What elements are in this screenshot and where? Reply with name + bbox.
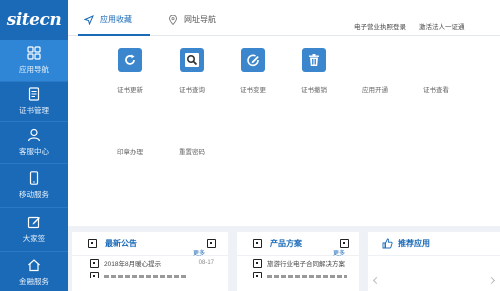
sidebar-item-mobile[interactable]: 移动服务 xyxy=(0,164,68,208)
app-label: 证书更新 xyxy=(117,87,143,94)
products-header: 产品方案 更多 xyxy=(237,232,359,257)
send-icon xyxy=(84,14,94,25)
recommend-header: 推荐应用 xyxy=(368,232,500,256)
products-card: 产品方案 更多 旅游行业电子合同解决方案 xyxy=(237,232,359,291)
app-cert-revoke[interactable]: 证书撤销 xyxy=(286,48,342,94)
tab-url-nav[interactable]: 网址导航 xyxy=(168,14,216,25)
app-reset-password[interactable]: 重置密码 xyxy=(164,110,220,156)
sidebar-item-label: 证书管理 xyxy=(19,106,49,115)
app-cert-query[interactable]: 证书查询 xyxy=(164,48,220,94)
sidebar-item-label: 大家签 xyxy=(22,234,46,243)
sidebar-item-label: 金融服务 xyxy=(19,276,49,286)
app-label: 印章办理 xyxy=(117,149,143,156)
refresh-icon xyxy=(118,48,142,72)
list-item-partial xyxy=(72,270,228,278)
top-bar: 应用收藏 网址导航 电子营业执照登录 激活法人一证通 xyxy=(68,0,500,36)
seal-icon-placeholder xyxy=(118,110,142,134)
cert-view-icon-placeholder xyxy=(424,48,448,72)
logo-text: sitecn xyxy=(6,10,62,30)
logo[interactable]: sitecn xyxy=(0,0,68,40)
tab-label: 应用收藏 xyxy=(100,15,132,24)
product-corner-icon xyxy=(340,239,349,248)
list-item-partial xyxy=(237,270,359,278)
list-item-icon xyxy=(253,258,262,268)
carousel-prev-icon[interactable] xyxy=(372,276,381,285)
list-item[interactable]: 旅游行业电子合同解决方案 xyxy=(237,256,359,270)
product-icon xyxy=(253,239,262,248)
reset-password-icon-placeholder xyxy=(180,110,204,134)
app-cert-update[interactable]: 证书更新 xyxy=(102,48,158,94)
truncated-text xyxy=(104,275,188,278)
sidebar-item-finance[interactable]: 金融服务 xyxy=(0,252,68,291)
list-item-icon xyxy=(90,258,99,268)
user-icon xyxy=(27,128,41,142)
app-label: 证书撤销 xyxy=(301,87,327,94)
list-item-icon xyxy=(90,272,99,278)
sidebar-item-label: 移动服务 xyxy=(19,190,49,199)
truncated-text xyxy=(267,275,347,278)
sidebar-item-dajiaqian[interactable]: 大家签 xyxy=(0,208,68,252)
pencil-icon xyxy=(241,48,265,72)
announcement-corner-icon xyxy=(207,239,216,248)
app-label: 证书变更 xyxy=(240,87,266,94)
list-item[interactable]: 2018年8月暖心提示 08-17 xyxy=(72,256,228,270)
app-label: 应用开通 xyxy=(362,87,388,94)
home-icon xyxy=(28,258,40,271)
grid-icon xyxy=(27,46,41,60)
sidebar-item-cert-manage[interactable]: 证书管理 xyxy=(0,82,68,122)
card-title: 最新公告 xyxy=(105,239,137,248)
trash-icon xyxy=(302,48,326,72)
sidebar-item-app-nav[interactable]: 应用导航 xyxy=(0,40,68,82)
list-item-date: 08-17 xyxy=(198,260,214,266)
app-activation-icon-placeholder xyxy=(363,48,387,72)
list-item-icon xyxy=(253,272,262,278)
mobile-icon xyxy=(29,171,39,185)
location-icon xyxy=(169,14,177,25)
document-icon xyxy=(28,87,40,101)
thumbs-up-icon xyxy=(382,238,393,249)
app-cert-change[interactable]: 证书变更 xyxy=(225,48,281,94)
tab-app-favorites[interactable]: 应用收藏 xyxy=(84,14,132,25)
search-icon xyxy=(180,48,204,72)
recommend-card: 推荐应用 xyxy=(368,232,500,291)
sidebar-item-label: 客服中心 xyxy=(19,147,49,156)
list-item-text: 旅游行业电子合同解决方案 xyxy=(267,261,345,268)
card-title: 产品方案 xyxy=(270,239,302,248)
announcements-card: 最新公告 更多 2018年8月暖心提示 08-17 xyxy=(72,232,228,291)
sidebar-item-service-center[interactable]: 客服中心 xyxy=(0,122,68,164)
app-favorites-panel: 证书更新 证书查询 证书变更 证书撤销 应用开通 证书查看 印章办理 重置密码 xyxy=(68,36,500,226)
app-seal-processing[interactable]: 印章办理 xyxy=(102,110,158,156)
list-item-text: 2018年8月暖心提示 xyxy=(104,261,162,268)
activate-legal-person-link[interactable]: 激活法人一证通 xyxy=(419,21,465,31)
app-activation[interactable]: 应用开通 xyxy=(347,48,403,94)
sidebar: sitecn 应用导航 证书管理 客服中心 移动服务 大家签 金融服务 xyxy=(0,0,68,291)
announcements-header: 最新公告 更多 xyxy=(72,232,228,257)
edit-icon xyxy=(27,216,40,229)
carousel-next-icon[interactable] xyxy=(487,276,496,285)
app-label: 证书查看 xyxy=(423,87,449,94)
app-cert-view[interactable]: 证书查看 xyxy=(408,48,464,94)
tab-label: 网址导航 xyxy=(184,15,216,24)
business-license-login-link[interactable]: 电子营业执照登录 xyxy=(354,21,406,31)
card-title: 推荐应用 xyxy=(398,239,430,248)
sidebar-item-label: 应用导航 xyxy=(19,65,49,74)
announcement-icon xyxy=(88,239,97,248)
app-label: 证书查询 xyxy=(179,87,205,94)
app-label: 重置密码 xyxy=(179,149,205,156)
